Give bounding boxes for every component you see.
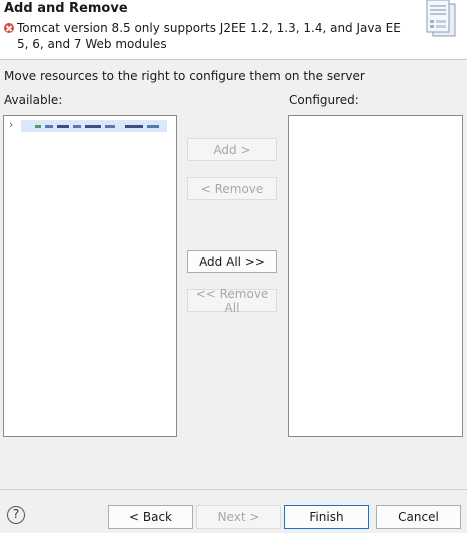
next-button[interactable]: Next > [196, 505, 281, 529]
back-button[interactable]: < Back [108, 505, 193, 529]
header-divider [0, 59, 467, 60]
page-title: Add and Remove [4, 1, 128, 16]
configured-list[interactable] [288, 115, 463, 437]
cancel-button[interactable]: Cancel [376, 505, 461, 529]
finish-button[interactable]: Finish [284, 505, 369, 529]
remove-button[interactable]: < Remove [187, 177, 277, 200]
instruction-text: Move resources to the right to configure… [4, 69, 365, 83]
configured-label: Configured: [289, 93, 359, 107]
help-icon[interactable]: ? [7, 506, 25, 524]
error-message-text: Tomcat version 8.5 only supports J2EE 1.… [17, 21, 401, 51]
server-icon [426, 0, 456, 37]
error-message: Tomcat version 8.5 only supports J2EE 1.… [4, 20, 409, 52]
tree-item-label [21, 120, 167, 132]
footer-divider [0, 489, 467, 490]
error-icon [4, 23, 14, 33]
tree-item[interactable]: › [5, 118, 167, 133]
available-label: Available: [4, 93, 63, 107]
add-button[interactable]: Add > [187, 138, 277, 161]
wizard-header: Add and Remove Tomcat version 8.5 only s… [0, 0, 467, 59]
add-all-button[interactable]: Add All >> [187, 250, 277, 273]
available-list[interactable]: › [3, 115, 177, 437]
expand-arrow-icon[interactable]: › [9, 118, 13, 131]
remove-all-button[interactable]: << Remove All [187, 287, 277, 315]
